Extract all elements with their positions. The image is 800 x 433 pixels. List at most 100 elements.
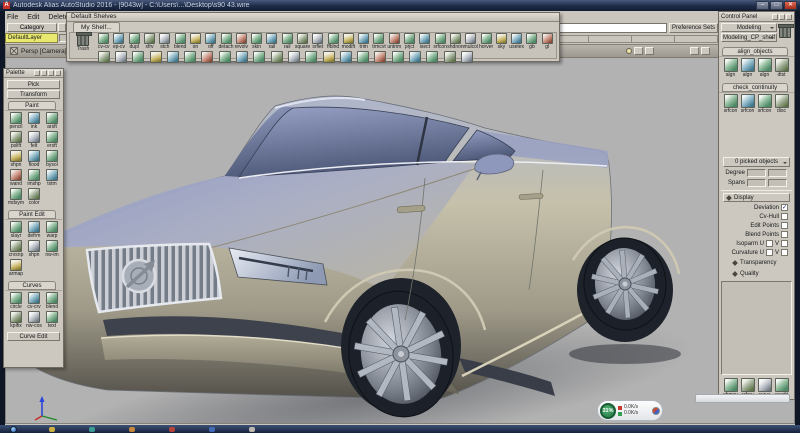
shelf-tool-isect[interactable]: isect (417, 33, 432, 50)
trash-icon[interactable] (77, 34, 89, 46)
shelf-tool-detach[interactable]: detach (218, 33, 233, 50)
shelf-tool-blend[interactable]: blend (172, 33, 187, 50)
palette-section-paint[interactable]: Paint (8, 101, 56, 110)
checkbox-curvature-u-v[interactable] (781, 249, 788, 256)
cp-tool-algn[interactable]: algn (739, 58, 756, 80)
shelf-tool-sky[interactable]: sky (494, 33, 509, 50)
picked-objects-dropdown[interactable]: 0 picked objects (723, 157, 790, 167)
palette-tool-warp[interactable]: warp (43, 221, 61, 240)
cp-tool-algn[interactable]: algn (756, 58, 773, 80)
shelf-tool-modift[interactable]: modift (341, 33, 356, 50)
shelf-tool[interactable] (113, 51, 128, 63)
shelf-tool[interactable] (321, 51, 336, 63)
palette-tool-blend[interactable]: blend (43, 292, 61, 311)
input-degree-1[interactable] (747, 169, 766, 177)
lightbulb-icon[interactable] (626, 48, 632, 54)
taskbar-app-icon[interactable] (209, 427, 215, 432)
car-model[interactable] (7, 58, 793, 423)
cp-tool-srfcon[interactable]: srfcon (756, 94, 773, 116)
palette-tool-shpn[interactable]: shpn (25, 240, 43, 259)
checkbox-curvature-u[interactable] (766, 249, 773, 256)
layout-segment[interactable] (632, 35, 675, 43)
shelf-tool-ffblnd[interactable]: ffblnd (325, 33, 340, 50)
shelf-tool-shdnon[interactable]: shdnon (448, 33, 463, 50)
preference-sets-button[interactable]: Preference Sets (669, 23, 718, 33)
checkbox-deviation[interactable]: ✓ (781, 204, 788, 211)
cp-tool-srfcon[interactable]: srfcon (722, 94, 739, 116)
checkbox-blend-points[interactable] (781, 231, 788, 238)
viewport-grid-button[interactable] (645, 47, 654, 55)
shelf-tool-horver[interactable]: horver (478, 33, 493, 50)
palette-tool-bysol[interactable]: bysol (43, 150, 61, 169)
shelf-tool-rail[interactable]: rail (264, 33, 279, 50)
input-spans-1[interactable] (747, 179, 766, 187)
shelf-tool-revolv[interactable]: revolv (234, 33, 249, 50)
palette-tool-color[interactable]: color (25, 188, 43, 207)
cp-close-icon[interactable] (786, 14, 792, 20)
palette-tool-defrm[interactable]: defrm (25, 221, 43, 240)
cp-shelf-dropdown[interactable]: Modeling_CP_shelf (721, 33, 777, 42)
shelf-tool[interactable] (200, 51, 215, 63)
cp-tool-srfcon[interactable]: srfcon (739, 94, 756, 116)
shelf-tool-on[interactable]: on (188, 33, 203, 50)
cp-tool-dtst[interactable]: dtst (773, 58, 790, 80)
cp-tab-check_continuity[interactable]: check_continuity (722, 83, 788, 92)
shelf-tool[interactable] (252, 51, 267, 63)
shelf-tool-untrim[interactable]: untrim (387, 33, 402, 50)
menu-edit[interactable]: Edit (27, 14, 39, 21)
palette-tool-imshp[interactable]: imshp (25, 169, 43, 188)
shelf-tool[interactable] (269, 51, 284, 63)
shelf-tool[interactable] (355, 51, 370, 63)
taskbar-app-icon[interactable] (89, 427, 95, 432)
shelf-tool-srfcon[interactable]: srfcon (433, 33, 448, 50)
taskbar-app-icon[interactable] (169, 427, 175, 432)
shelf-tool-prjct[interactable]: prjct (402, 33, 417, 50)
viewport-minimize-icon[interactable] (690, 47, 699, 55)
shelf-tool[interactable] (442, 51, 457, 63)
checkbox-isoparm-u-v[interactable] (781, 240, 788, 247)
palette-tool-flood[interactable]: flood (25, 150, 43, 169)
prompt-field[interactable] (545, 23, 667, 33)
palette-section-curve-edit[interactable]: Curve Edit (7, 332, 60, 341)
palette-tool-ersft[interactable]: ersft (43, 131, 61, 150)
shelf-tool-usetex[interactable]: usetex (509, 33, 524, 50)
palette-tool-circle[interactable]: circle (7, 292, 25, 311)
shelf-tool-mulcol[interactable]: mulcol (463, 33, 478, 50)
tab-my-shelf[interactable]: My Shelf... (73, 22, 120, 32)
viewport-shade-button[interactable] (634, 47, 643, 55)
shelf-tool[interactable] (96, 51, 111, 63)
shelf-tool-trim[interactable]: trim (356, 33, 371, 50)
palette-tool-shpn[interactable]: shpn (7, 150, 25, 169)
shelf-tool[interactable] (407, 51, 422, 63)
taskbar-app-icon[interactable] (249, 427, 255, 432)
viewport-close-icon[interactable] (10, 47, 18, 55)
palette-tool-wand[interactable]: wand (7, 169, 25, 188)
shelf-tool[interactable] (390, 51, 405, 63)
palette-tool-nw-im[interactable]: nw-im (43, 240, 61, 259)
control-panel-titlebar[interactable]: Control Panel (719, 12, 794, 22)
shelf-tool-gl[interactable]: gl (540, 33, 555, 50)
cp-tool-disc[interactable]: disc (773, 94, 790, 116)
palette-tool-mdsym[interactable]: mdsym (7, 188, 25, 207)
taskbar-app-icon[interactable] (49, 427, 55, 432)
checkbox-cv-hull[interactable] (781, 213, 788, 220)
shelf-tool[interactable] (373, 51, 388, 63)
display-subsection-quality[interactable]: Quality (733, 270, 794, 278)
checkbox-isoparm-u[interactable] (766, 240, 773, 247)
shelf-tool-dupl[interactable]: dupl (127, 33, 142, 50)
palette-titlebar[interactable]: Palette (4, 69, 63, 78)
input-spans-2[interactable] (768, 179, 787, 187)
shelf-tool[interactable] (217, 51, 232, 63)
palette-collapse-icon[interactable] (48, 70, 54, 76)
palette-tool-crvsnp[interactable]: crvsnp (7, 240, 25, 259)
palette-section-transform[interactable]: Transform (7, 90, 60, 99)
shelf-tool-off[interactable]: off (203, 33, 218, 50)
palette-tool-txtm[interactable]: txtm (43, 169, 61, 188)
menu-file[interactable]: File (7, 14, 18, 21)
palette-section-curves[interactable]: Curves (8, 281, 56, 290)
palette-tool-cv-crv[interactable]: cv-crv (25, 292, 43, 311)
taskbar-app-icon[interactable] (129, 427, 135, 432)
palette-tool-armap[interactable]: armap (7, 259, 25, 278)
shelf-tool-xfrv[interactable]: xfrv (142, 33, 157, 50)
close-button[interactable]: ✕ (784, 1, 797, 10)
